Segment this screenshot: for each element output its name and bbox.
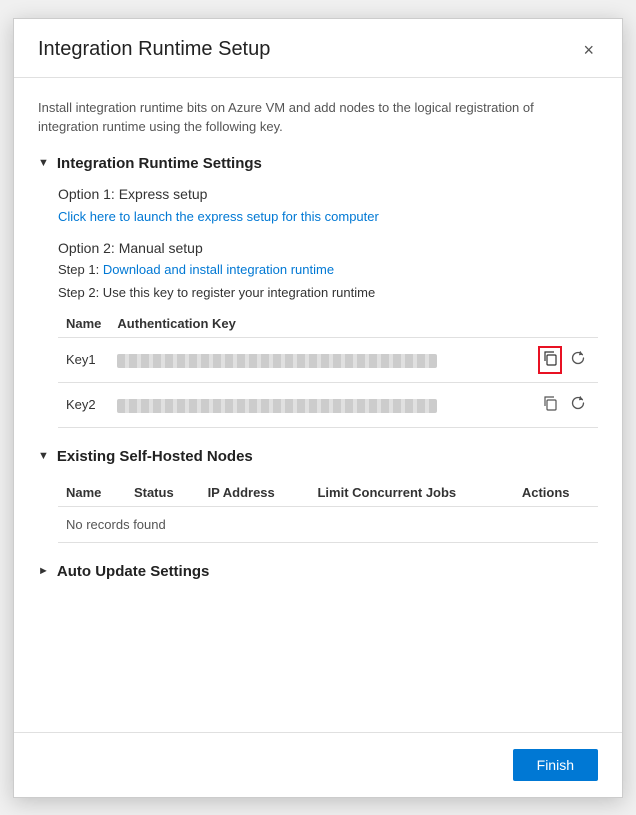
- integration-runtime-settings-title: Integration Runtime Settings: [57, 155, 262, 172]
- key1-value-cell: [109, 337, 530, 382]
- key1-masked-value: [117, 354, 437, 368]
- integration-runtime-settings-section-header[interactable]: ▼ Integration Runtime Settings: [38, 155, 598, 172]
- collapse-icon: ▼: [38, 157, 49, 169]
- auto-update-section-header[interactable]: ► Auto Update Settings: [38, 563, 598, 580]
- auto-update-section: ► Auto Update Settings: [38, 563, 598, 580]
- col-name-header: Name: [58, 310, 109, 338]
- nodes-empty-row: No records found: [58, 506, 598, 542]
- key1-copy-button[interactable]: [538, 346, 562, 374]
- key2-refresh-button[interactable]: [566, 391, 590, 419]
- step1-prefix: Step 1:: [58, 262, 103, 277]
- existing-nodes-title: Existing Self-Hosted Nodes: [57, 448, 253, 465]
- existing-nodes-section: ▼ Existing Self-Hosted Nodes Name Status…: [38, 448, 598, 543]
- integration-runtime-settings-content: Option 1: Express setup Click here to la…: [38, 186, 598, 428]
- nodes-table: Name Status IP Address Limit Concurrent …: [58, 479, 598, 543]
- close-button[interactable]: ×: [579, 37, 598, 63]
- key2-action-buttons: [538, 391, 590, 419]
- nodes-col-ip: IP Address: [200, 479, 310, 507]
- dialog-footer: Finish: [14, 732, 622, 797]
- step2-text: Step 2: Use this key to register your in…: [58, 285, 598, 300]
- key2-copy-button[interactable]: [538, 391, 562, 419]
- existing-nodes-content: Name Status IP Address Limit Concurrent …: [38, 479, 598, 543]
- dialog-body: Install integration runtime bits on Azur…: [14, 78, 622, 732]
- option2-section: Option 2: Manual setup Step 1: Download …: [58, 240, 598, 300]
- option1-label: Option 1: Express setup: [58, 186, 598, 202]
- table-row: Key1: [58, 337, 598, 382]
- key2-value-cell: [109, 382, 530, 427]
- nodes-col-limit: Limit Concurrent Jobs: [309, 479, 513, 507]
- key2-actions: [530, 382, 598, 427]
- intro-text: Install integration runtime bits on Azur…: [38, 98, 598, 137]
- key1-action-buttons: [538, 346, 590, 374]
- key1-name: Key1: [58, 337, 109, 382]
- step1-text: Step 1: Download and install integration…: [58, 262, 598, 277]
- nodes-col-actions: Actions: [514, 479, 598, 507]
- table-row: Key2: [58, 382, 598, 427]
- nodes-col-status: Status: [126, 479, 200, 507]
- key2-masked-value: [117, 399, 437, 413]
- option2-label: Option 2: Manual setup: [58, 240, 598, 256]
- key2-name: Key2: [58, 382, 109, 427]
- download-runtime-link[interactable]: Download and install integration runtime: [103, 262, 334, 277]
- nodes-col-name: Name: [58, 479, 126, 507]
- auto-update-title: Auto Update Settings: [57, 563, 210, 580]
- finish-button[interactable]: Finish: [513, 749, 598, 781]
- col-auth-key-header: Authentication Key: [109, 310, 530, 338]
- key1-refresh-button[interactable]: [566, 346, 590, 374]
- existing-nodes-section-header[interactable]: ▼ Existing Self-Hosted Nodes: [38, 448, 598, 465]
- express-setup-link[interactable]: Click here to launch the express setup f…: [58, 209, 379, 224]
- dialog-title: Integration Runtime Setup: [38, 38, 270, 61]
- integration-runtime-dialog: Integration Runtime Setup × Install inte…: [13, 18, 623, 798]
- dialog-header: Integration Runtime Setup ×: [14, 19, 622, 78]
- keys-table: Name Authentication Key Key1: [58, 310, 598, 428]
- key1-actions: [530, 337, 598, 382]
- nodes-empty-text: No records found: [58, 506, 598, 542]
- auto-update-collapse-icon: ►: [38, 565, 49, 577]
- nodes-collapse-icon: ▼: [38, 450, 49, 462]
